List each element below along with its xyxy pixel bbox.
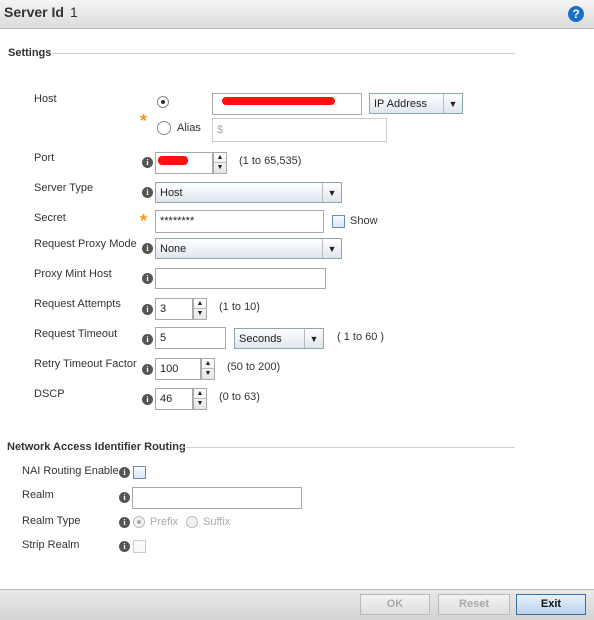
realm-type-label: Realm Type xyxy=(22,515,81,527)
required-asterisk-icon: * xyxy=(140,211,148,231)
info-icon: i xyxy=(142,157,153,168)
info-icon: i xyxy=(119,517,130,528)
dscp-stepper[interactable]: ▲ ▼ xyxy=(193,388,207,410)
request-timeout-input[interactable]: 5 xyxy=(155,327,226,349)
alias-label: Alias xyxy=(177,122,201,134)
nai-divider xyxy=(178,447,515,448)
info-icon: i xyxy=(142,243,153,254)
chevron-down-icon: ▼ xyxy=(304,329,323,348)
retry-timeout-factor-input[interactable]: 100 xyxy=(155,358,201,380)
retry-timeout-factor-hint: (50 to 200) xyxy=(227,361,281,373)
info-icon: i xyxy=(142,304,153,315)
server-id-value: 1 xyxy=(70,4,78,20)
page-title: Server Id xyxy=(4,4,64,20)
suffix-label: Suffix xyxy=(203,516,231,528)
info-icon: i xyxy=(119,467,130,478)
redaction-mark xyxy=(158,156,188,165)
retry-timeout-factor-label: Retry Timeout Factor xyxy=(34,358,137,370)
show-secret-checkbox[interactable] xyxy=(332,215,345,228)
request-attempts-label: Request Attempts xyxy=(34,298,121,310)
request-proxy-mode-select[interactable]: None ▼ xyxy=(155,238,342,259)
exit-button[interactable]: Exit xyxy=(516,594,586,615)
info-icon: i xyxy=(142,364,153,375)
info-icon: i xyxy=(142,187,153,198)
server-type-select[interactable]: Host ▼ xyxy=(155,182,342,203)
reset-button[interactable]: Reset xyxy=(438,594,510,615)
info-icon: i xyxy=(142,394,153,405)
secret-input[interactable]: ******** xyxy=(155,210,324,233)
request-attempts-input[interactable]: 3 xyxy=(155,298,193,320)
request-attempts-hint: (1 to 10) xyxy=(219,301,260,313)
help-icon[interactable]: ? xyxy=(568,6,584,22)
request-proxy-mode-label: Request Proxy Mode xyxy=(34,238,137,250)
dscp-input[interactable]: 46 xyxy=(155,388,193,410)
proxy-mint-host-label: Proxy Mint Host xyxy=(34,268,112,280)
alias-input[interactable]: $ xyxy=(212,118,387,142)
retry-timeout-factor-stepper[interactable]: ▲ ▼ xyxy=(201,358,215,380)
request-attempts-stepper[interactable]: ▲ ▼ xyxy=(193,298,207,320)
chevron-down-icon: ▼ xyxy=(322,239,341,258)
realm-input[interactable] xyxy=(132,487,302,509)
host-radio[interactable] xyxy=(157,96,169,108)
redaction-mark xyxy=(222,97,335,105)
host-type-select[interactable]: IP Address ▼ xyxy=(369,93,463,114)
dscp-label: DSCP xyxy=(34,388,65,400)
show-secret-label: Show xyxy=(350,215,378,227)
info-icon: i xyxy=(119,541,130,552)
nai-section-title: Network Access Identifier Routing xyxy=(7,441,186,453)
ok-button[interactable]: OK xyxy=(360,594,430,615)
nai-routing-enable-label: NAI Routing Enable xyxy=(22,465,119,477)
info-icon: i xyxy=(119,492,130,503)
proxy-mint-host-input[interactable] xyxy=(155,268,326,289)
realm-type-suffix-radio[interactable] xyxy=(186,516,198,528)
realm-label: Realm xyxy=(22,489,54,501)
nai-routing-enable-checkbox[interactable] xyxy=(133,466,146,479)
info-icon: i xyxy=(142,273,153,284)
chevron-down-icon: ▼ xyxy=(443,94,462,113)
chevron-down-icon: ▼ xyxy=(322,183,341,202)
secret-label: Secret xyxy=(34,212,66,224)
strip-realm-label: Strip Realm xyxy=(22,539,80,551)
port-stepper[interactable]: ▲ ▼ xyxy=(213,152,227,174)
required-asterisk-icon: * xyxy=(140,111,148,131)
realm-type-prefix-radio[interactable] xyxy=(133,516,145,528)
request-timeout-hint: ( 1 to 60 ) xyxy=(337,331,385,343)
settings-section-title: Settings xyxy=(8,47,52,59)
prefix-label: Prefix xyxy=(150,516,179,528)
request-timeout-label: Request Timeout xyxy=(34,328,118,340)
host-label: Host xyxy=(34,93,57,105)
title-bar xyxy=(0,0,594,29)
port-label: Port xyxy=(34,152,55,164)
strip-realm-checkbox[interactable] xyxy=(133,540,146,553)
alias-radio[interactable] xyxy=(157,121,171,135)
dscp-hint: (0 to 63) xyxy=(219,391,260,403)
info-icon: i xyxy=(142,334,153,345)
port-range-hint: (1 to 65,535) xyxy=(239,155,302,167)
server-type-label: Server Type xyxy=(34,182,94,194)
settings-divider xyxy=(52,53,515,54)
request-timeout-unit-select[interactable]: Seconds ▼ xyxy=(234,328,324,349)
